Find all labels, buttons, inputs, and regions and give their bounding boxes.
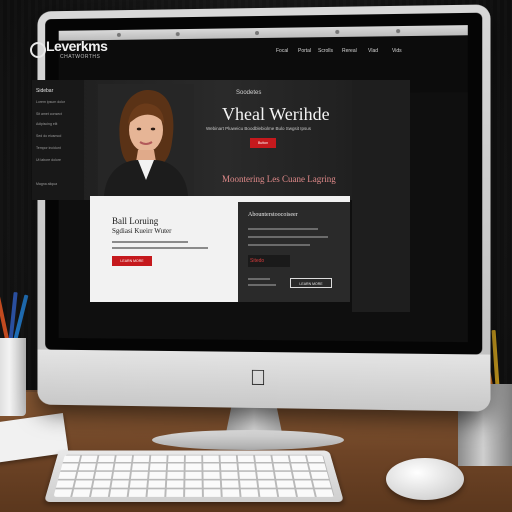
sidebar-item[interactable]: Magna aliqua	[36, 182, 57, 186]
sidebar-title: Sidebar	[36, 88, 54, 94]
card-text-line	[248, 278, 270, 280]
card-text-line	[112, 241, 188, 243]
feature-card-light	[90, 196, 238, 302]
hero-cta-button[interactable]: Button	[250, 138, 276, 148]
toolbar-icon[interactable]	[396, 29, 401, 34]
sidebar-item[interactable]: Adipiscing elit	[36, 122, 57, 126]
toolbar-icon[interactable]	[335, 29, 340, 34]
sidebar-item[interactable]: Ut labore dolore	[36, 158, 61, 162]
sidebar-item[interactable]: Sed do eiusmod	[36, 134, 61, 138]
card-title: Ball Loruing	[112, 216, 159, 226]
toolbar-icon[interactable]	[175, 32, 180, 37]
card-text-line	[112, 247, 208, 249]
hero-title: Vheal Werihde	[222, 104, 330, 124]
monitor-stand-base	[152, 430, 344, 450]
card-text-line	[248, 236, 328, 238]
card-text-line	[248, 284, 276, 286]
toolbar-icon[interactable]	[255, 31, 260, 36]
dark-card-title: Abounterstoocoiseer	[248, 212, 298, 218]
hero-portrait-image	[98, 84, 194, 196]
nav-item[interactable]: Vlad	[368, 48, 378, 54]
nav-item[interactable]: Vids	[392, 48, 402, 54]
card-text-line	[248, 228, 318, 230]
hero-kicker: Soodetes	[236, 90, 262, 96]
pencil-cup	[0, 338, 26, 416]
sidebar-item[interactable]: Sit amet consect	[36, 112, 62, 116]
card-learn-more-button[interactable]: LEARN MORE	[112, 256, 152, 266]
nav-item[interactable]: Scrolls	[318, 48, 333, 54]
site-brand[interactable]: Leverkms	[46, 38, 108, 54]
hero-tagline: Moontering Les Cuane Lagring	[222, 174, 336, 184]
mouse[interactable]	[386, 458, 464, 500]
right-panel	[352, 80, 410, 312]
sidebar: Sidebar Lorem ipsum dolor Sit amet conse…	[32, 80, 84, 200]
keyboard-keys[interactable]	[53, 454, 335, 497]
site-brand-sub: CHATWORTHS	[60, 54, 101, 60]
keyboard[interactable]	[44, 450, 344, 502]
monitor-chin: 	[37, 349, 491, 412]
nav-item[interactable]: Portal	[298, 48, 311, 54]
card-text-line	[248, 244, 310, 246]
card-divider	[238, 196, 350, 202]
sidebar-item[interactable]: Lorem ipsum dolor	[36, 100, 65, 104]
dark-card-tag: Sitedo	[248, 255, 290, 267]
card-subtitle: Sgdiasi Kueirr Wuter	[112, 227, 172, 235]
hero-subtitle: Webinart Pluweicu Boodblebiolme Bulo Swg…	[206, 126, 311, 131]
brand-logo-icon[interactable]	[30, 42, 46, 58]
nav-item[interactable]: Focal	[276, 48, 288, 54]
nav-item[interactable]: Rereal	[342, 48, 357, 54]
dark-card-button[interactable]: LEARN MORE	[290, 278, 332, 288]
sidebar-item[interactable]: Tempor incidunt	[36, 146, 61, 150]
toolbar-icon[interactable]	[116, 32, 121, 37]
apple-logo-icon: 	[247, 365, 269, 390]
